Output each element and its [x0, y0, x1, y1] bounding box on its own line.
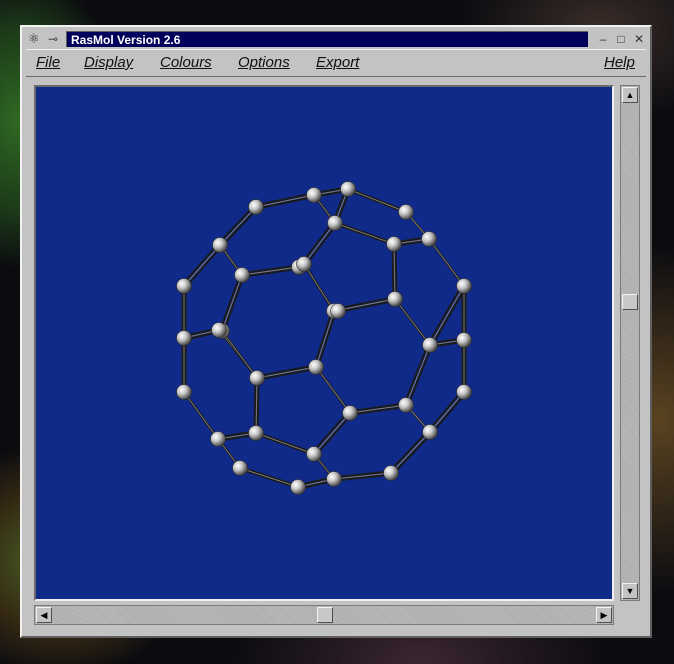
bond: [388, 429, 430, 473]
atom: [248, 425, 264, 441]
atom: [383, 465, 399, 481]
atom: [176, 384, 192, 400]
bond-highlight: [219, 206, 257, 246]
title-bar[interactable]: ⚛ ⊸ RasMol Version 2.6 – □ ✕: [26, 29, 646, 49]
atom: [176, 278, 192, 294]
atom: [306, 446, 322, 462]
horizontal-scrollbar[interactable]: ◀ ▶: [34, 605, 614, 625]
bond-highlight: [315, 366, 351, 414]
close-icon[interactable]: ✕: [632, 32, 646, 46]
atom: [422, 337, 438, 353]
atom: [296, 256, 312, 272]
bond-highlight: [334, 222, 395, 245]
window-title: RasMol Version 2.6: [66, 31, 588, 47]
atom: [330, 303, 346, 319]
atom: [308, 359, 324, 375]
scroll-left-icon[interactable]: ◀: [36, 607, 52, 623]
menu-help[interactable]: Help: [604, 54, 635, 71]
atom: [456, 384, 472, 400]
bond-highlight: [394, 298, 431, 346]
bond: [403, 343, 430, 404]
atom: [387, 291, 403, 307]
atom: [386, 236, 402, 252]
atom: [211, 322, 227, 338]
molecule-view: [176, 181, 472, 495]
bond-highlight: [303, 263, 335, 312]
bond: [427, 284, 464, 344]
bond-highlight: [428, 238, 465, 287]
atom: [421, 231, 437, 247]
atom: [456, 332, 472, 348]
scroll-down-icon[interactable]: ▼: [622, 583, 638, 599]
bond-highlight: [349, 404, 407, 414]
bond-highlight: [183, 244, 221, 287]
bond-highlight: [256, 366, 317, 379]
atom: [342, 405, 358, 421]
bond: [184, 245, 223, 289]
bond-highlight: [239, 467, 299, 488]
menu-colours[interactable]: Colours: [160, 54, 212, 71]
rasmol-window: ⚛ ⊸ RasMol Version 2.6 – □ ✕ File Displa…: [20, 25, 652, 638]
atom: [398, 397, 414, 413]
vertical-scroll-thumb[interactable]: [622, 294, 638, 310]
atom: [306, 187, 322, 203]
menu-bar: File Display Colours Options Export Help: [26, 49, 646, 77]
bond: [217, 204, 256, 245]
menu-export[interactable]: Export: [316, 54, 359, 71]
bond-highlight: [241, 266, 300, 276]
bond: [219, 273, 242, 330]
scroll-up-icon[interactable]: ▲: [622, 87, 638, 103]
bond-highlight: [221, 274, 243, 332]
bond-highlight: [390, 431, 431, 474]
atom: [290, 479, 306, 495]
atom: [176, 330, 192, 346]
bond-highlight: [221, 330, 258, 379]
atom: [456, 278, 472, 294]
bond-highlight: [183, 391, 219, 440]
maximize-icon[interactable]: □: [614, 32, 628, 46]
bond: [220, 207, 259, 248]
bond-highlight: [429, 391, 465, 433]
atom: [248, 199, 264, 215]
atom: [249, 370, 265, 386]
atom: [210, 431, 226, 447]
molecule-canvas[interactable]: [34, 85, 614, 601]
bond: [391, 432, 433, 476]
atom: [398, 204, 414, 220]
minimize-icon[interactable]: –: [596, 32, 610, 46]
bond-highlight: [315, 310, 335, 368]
atom: [340, 181, 356, 197]
scroll-right-icon[interactable]: ▶: [596, 607, 612, 623]
bond: [181, 242, 220, 286]
bond-highlight: [255, 432, 315, 455]
bond: [406, 346, 433, 407]
atom: [232, 460, 248, 476]
bond-highlight: [313, 412, 351, 455]
horizontal-scroll-thumb[interactable]: [317, 607, 333, 623]
bond: [313, 309, 334, 366]
bond-highlight: [405, 344, 431, 406]
bond: [314, 413, 353, 457]
atom: [212, 237, 228, 253]
menu-options[interactable]: Options: [238, 54, 290, 71]
menu-file[interactable]: File: [36, 54, 60, 71]
atom: [327, 215, 343, 231]
bond: [430, 392, 467, 435]
molecule-icon[interactable]: ⚛: [28, 31, 48, 47]
atom: [326, 471, 342, 487]
bond-highlight: [347, 188, 407, 213]
menu-display[interactable]: Display: [84, 54, 133, 71]
atom: [422, 424, 438, 440]
bond: [316, 312, 337, 369]
pin-icon[interactable]: ⊸: [48, 31, 64, 47]
bond-highlight: [255, 194, 315, 208]
bond: [311, 410, 350, 454]
bond: [222, 276, 245, 333]
vertical-scrollbar[interactable]: ▲ ▼: [620, 85, 640, 601]
atom: [234, 267, 250, 283]
bond: [427, 389, 464, 432]
